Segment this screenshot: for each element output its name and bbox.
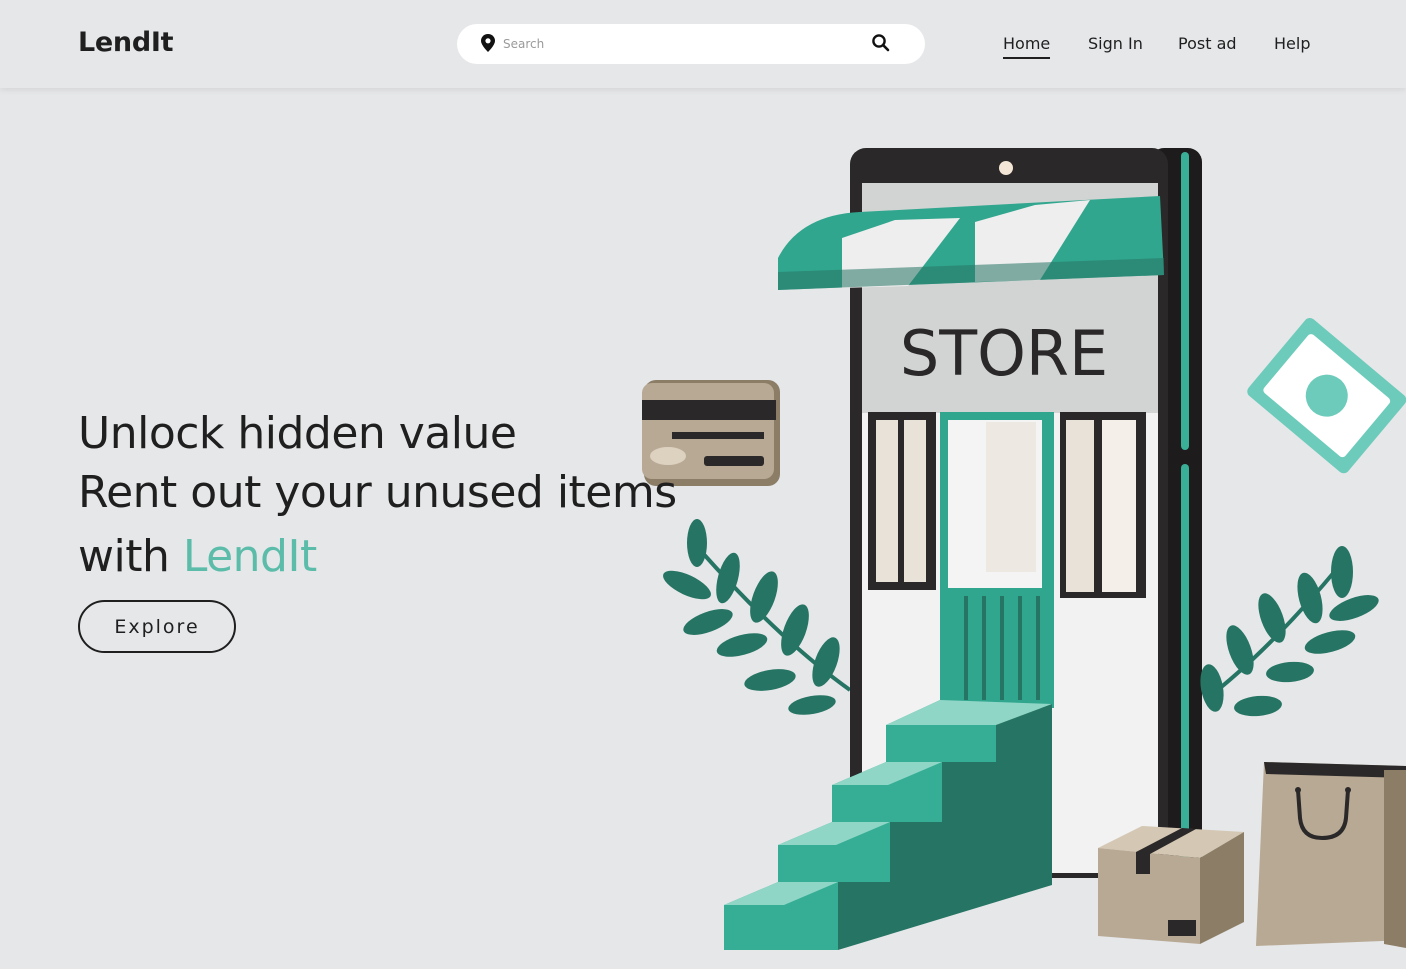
shopping-bag <box>1256 762 1406 948</box>
left-plant <box>663 519 852 715</box>
hero-headline-line3: with LendIt <box>78 531 317 582</box>
nav-home[interactable]: Home <box>1003 34 1051 59</box>
hero-line3-prefix: with <box>78 531 183 582</box>
search-bar <box>457 24 925 64</box>
money-bill <box>1247 318 1406 474</box>
hero-brand-name: LendIt <box>182 531 317 582</box>
search-input[interactable] <box>503 32 883 56</box>
nav-help[interactable]: Help <box>1274 34 1310 53</box>
nav-sign-in[interactable]: Sign In <box>1088 34 1143 53</box>
cardboard-box <box>1098 826 1244 944</box>
hero-headline-line1: Unlock hidden value <box>78 408 517 459</box>
hero-headline-line2: Rent out your unused items <box>78 467 677 518</box>
logo[interactable]: LendIt <box>78 27 174 58</box>
nav-post-ad[interactable]: Post ad <box>1178 34 1237 53</box>
landing-page: STORE LendIt Search Home Sign In Post ad… <box>0 0 1406 969</box>
right-plant <box>1200 546 1379 717</box>
top-navbar: LendIt Home Sign In Post ad Help <box>0 0 1406 88</box>
search-icon[interactable] <box>871 33 891 53</box>
store-sign: STORE <box>900 317 1108 390</box>
location-pin-icon <box>481 34 495 52</box>
phone-store: STORE <box>724 148 1202 950</box>
explore-button[interactable]: Explore <box>78 600 236 653</box>
